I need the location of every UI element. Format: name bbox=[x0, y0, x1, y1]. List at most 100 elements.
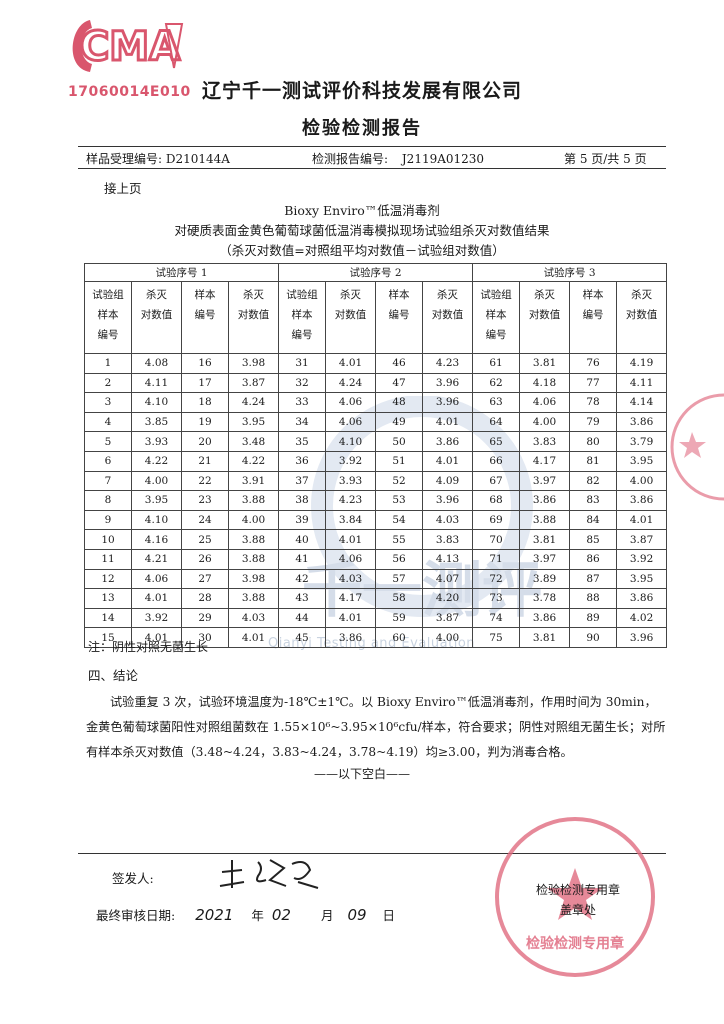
header-line: 编号 bbox=[291, 329, 313, 341]
sample-no-cell: 59 bbox=[375, 607, 424, 629]
log-value-cell: 3.95 bbox=[616, 568, 668, 590]
sample-no-cell: 81 bbox=[569, 450, 618, 472]
table-row: 4 3.85 19 3.95 34 4.06 49 4.01 64 4.00 79 3.86 bbox=[84, 411, 668, 433]
sample-no-cell: 22 bbox=[181, 470, 229, 492]
header-line: 对数值 bbox=[237, 309, 270, 321]
date-day: 09 bbox=[347, 906, 367, 924]
log-value-cell: 3.93 bbox=[325, 470, 377, 492]
log-value-cell: 3.78 bbox=[519, 588, 571, 609]
sample-no-cell: 6 bbox=[84, 450, 132, 472]
header-line: 样本 bbox=[582, 289, 604, 301]
sample-no-header: 试验组 样本 编号 bbox=[84, 281, 132, 354]
seam-seal bbox=[670, 393, 724, 501]
table-row: 1 4.08 16 3.98 31 4.01 46 4.23 61 3.81 76 4.19 bbox=[84, 353, 668, 374]
log-value-cell: 4.07 bbox=[422, 568, 474, 590]
signature bbox=[219, 859, 319, 889]
table-row: 12 4.06 27 3.98 42 4.03 57 4.07 72 3.89 87 3.95 bbox=[84, 568, 668, 590]
sample-no-cell: 2 bbox=[84, 372, 132, 394]
sample-no-cell: 34 bbox=[278, 411, 327, 433]
log-value-cell: 4.19 bbox=[616, 353, 668, 374]
year-unit: 年 bbox=[251, 908, 264, 923]
log-value-cell: 4.06 bbox=[519, 392, 571, 413]
log-value-cell: 4.01 bbox=[131, 588, 182, 609]
log-value-cell: 3.96 bbox=[616, 627, 668, 648]
group-1: 试验序号 1 bbox=[83, 263, 280, 282]
log-value-cell: 3.88 bbox=[227, 588, 280, 609]
header-line: 杀灭 bbox=[534, 289, 556, 301]
log-value-cell: 4.24 bbox=[227, 392, 280, 413]
log-value-cell: 3.81 bbox=[519, 353, 571, 374]
log-value-cell: 3.89 bbox=[519, 568, 571, 590]
log-value-cell: 4.01 bbox=[325, 529, 377, 550]
company-name: 辽宁千一测试评价科技发展有限公司 bbox=[201, 80, 522, 102]
log-value-cell: 4.06 bbox=[325, 392, 377, 413]
svg-text:检验检测专用章: 检验检测专用章 bbox=[526, 935, 624, 952]
sample-no-cell: 53 bbox=[375, 490, 424, 511]
sample-no-cell: 48 bbox=[375, 392, 424, 413]
sample-no: D210144A bbox=[165, 152, 230, 166]
sample-no-cell: 76 bbox=[569, 353, 618, 374]
group-header-row: 试验序号 1 试验序号 2 试验序号 3 bbox=[83, 263, 668, 282]
group-3: 试验序号 3 bbox=[472, 263, 668, 282]
log-header: 杀灭 对数值 bbox=[227, 281, 280, 354]
header-line: 试验组 bbox=[286, 289, 318, 301]
sample-no-row: 样品受理编号: D210144A bbox=[86, 150, 230, 167]
sample-no-cell: 18 bbox=[181, 392, 229, 413]
sample-no-cell: 27 bbox=[181, 568, 229, 590]
sample-no-cell: 44 bbox=[278, 607, 327, 629]
header-line: 杀灭 bbox=[340, 289, 362, 301]
header-line: 杀灭 bbox=[146, 289, 167, 301]
sample-no-cell: 62 bbox=[472, 372, 521, 394]
cma-stamp: CMA bbox=[72, 20, 184, 72]
sample-no-cell: 88 bbox=[569, 588, 618, 609]
header-line: 试验组 bbox=[480, 289, 512, 301]
log-value-cell: 3.88 bbox=[227, 529, 280, 550]
log-value-cell: 4.01 bbox=[325, 607, 377, 629]
log-value-cell: 4.10 bbox=[131, 509, 182, 531]
log-value-cell: 4.18 bbox=[519, 372, 571, 394]
log-value-cell: 3.96 bbox=[422, 372, 474, 394]
report-label: 检测报告编号: bbox=[312, 152, 389, 166]
log-value-cell: 4.09 bbox=[422, 470, 474, 492]
sample-no-cell: 13 bbox=[84, 588, 132, 609]
log-value-cell: 4.24 bbox=[325, 372, 377, 394]
log-value-cell: 4.00 bbox=[131, 470, 182, 492]
sample-no-cell: 33 bbox=[278, 392, 327, 413]
log-value-cell: 4.06 bbox=[325, 548, 377, 570]
sample-no-cell: 17 bbox=[181, 372, 229, 394]
sample-no-cell: 37 bbox=[278, 470, 327, 492]
log-value-cell: 3.87 bbox=[227, 372, 280, 394]
page-indicator: 第 5 页/共 5 页 bbox=[564, 152, 647, 166]
header-line: 编号 bbox=[582, 309, 604, 321]
sample-no-cell: 5 bbox=[84, 431, 132, 452]
header-line: 编号 bbox=[97, 329, 119, 341]
header-rule-bottom bbox=[78, 168, 666, 169]
header-line: 编号 bbox=[388, 309, 410, 321]
log-value-cell: 3.86 bbox=[422, 431, 474, 452]
svg-text:CMA: CMA bbox=[80, 24, 180, 70]
log-value-cell: 3.96 bbox=[422, 490, 474, 511]
sample-no-cell: 49 bbox=[375, 411, 424, 433]
sample-no-cell: 68 bbox=[472, 490, 521, 511]
log-value-cell: 4.23 bbox=[325, 490, 377, 511]
log-value-cell: 4.21 bbox=[131, 548, 182, 570]
review-date-row: 最终审核日期: 2021 年 02 月 09 日 bbox=[96, 905, 395, 924]
log-value-cell: 4.17 bbox=[325, 588, 377, 609]
sample-no-cell: 7 bbox=[84, 470, 132, 492]
sample-no-cell: 50 bbox=[375, 431, 424, 452]
log-value-cell: 4.11 bbox=[131, 372, 182, 394]
log-value-cell: 3.91 bbox=[227, 470, 280, 492]
log-value-cell: 3.88 bbox=[227, 548, 280, 570]
log-value-cell: 4.01 bbox=[422, 450, 474, 472]
sample-no-cell: 36 bbox=[278, 450, 327, 472]
log-value-cell: 3.81 bbox=[519, 529, 571, 550]
table-row: 13 4.01 28 3.88 43 4.17 58 4.20 73 3.78 88 3.86 bbox=[84, 588, 668, 609]
sample-no-cell: 43 bbox=[278, 588, 327, 609]
sample-no-cell: 14 bbox=[84, 607, 132, 629]
log-value-cell: 3.86 bbox=[616, 588, 668, 609]
table-row: 8 3.95 23 3.88 38 4.23 53 3.96 68 3.86 83 3.86 bbox=[84, 490, 668, 511]
log-value-cell: 4.03 bbox=[227, 607, 280, 629]
sample-no-cell: 70 bbox=[472, 529, 521, 550]
report-no: J2119A01230 bbox=[401, 152, 485, 166]
log-value-cell: 4.20 bbox=[422, 588, 474, 609]
